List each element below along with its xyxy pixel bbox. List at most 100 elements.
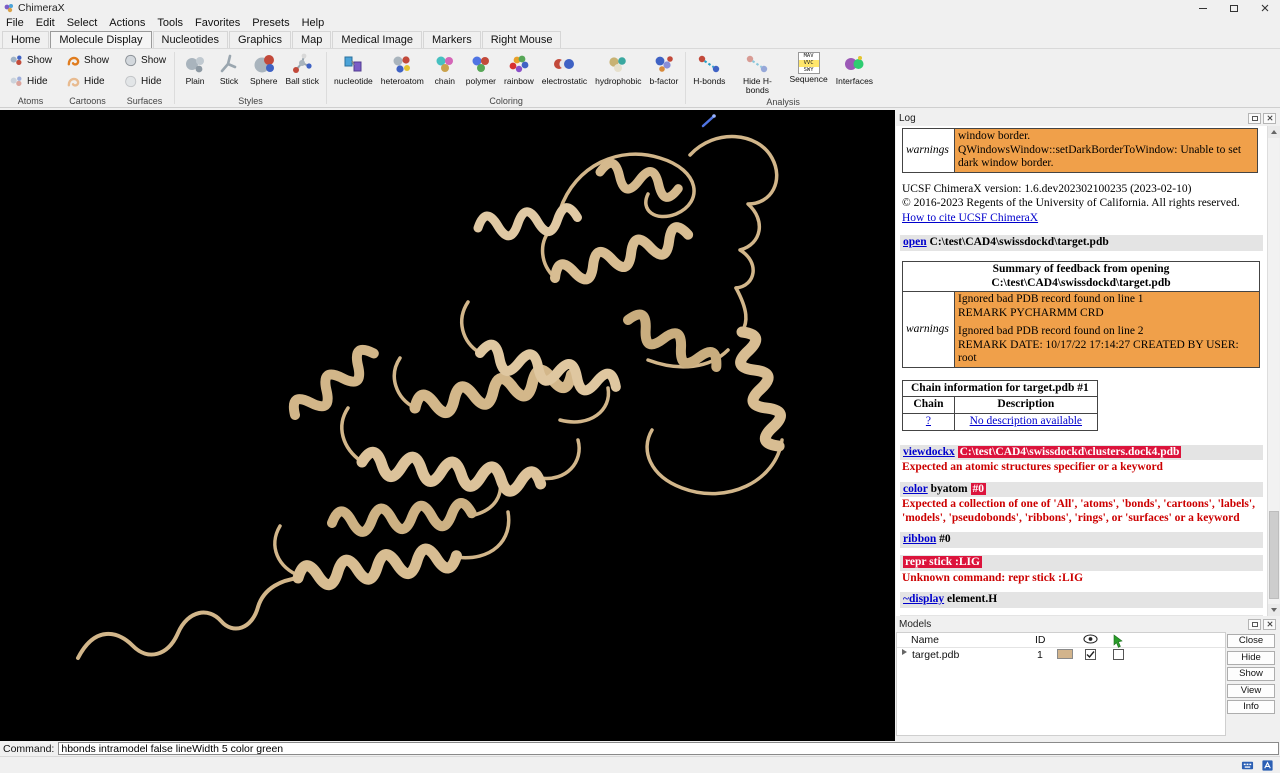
repr-error: Unknown command: repr stick :LIG bbox=[902, 572, 1263, 586]
protein-ribbon-structure bbox=[0, 110, 895, 741]
model-name: target.pdb bbox=[912, 649, 959, 661]
color-heteroatom-button[interactable]: heteroatom bbox=[377, 50, 428, 87]
interfaces-icon bbox=[842, 52, 866, 76]
menu-help[interactable]: Help bbox=[296, 16, 331, 31]
scrollbar-thumb[interactable] bbox=[1269, 511, 1279, 599]
tab-nucleotides[interactable]: Nucleotides bbox=[153, 31, 228, 48]
feedback-summary-table: Summary of feedback from opening C:\test… bbox=[902, 261, 1260, 368]
surfaces-show-button[interactable]: Show bbox=[118, 50, 171, 71]
atoms-show-button[interactable]: Show bbox=[4, 50, 57, 71]
model-row-target-pdb[interactable]: target.pdb 1 bbox=[897, 648, 1225, 664]
model-selected-checkbox[interactable] bbox=[1113, 649, 1124, 660]
minimize-button[interactable] bbox=[1187, 0, 1218, 16]
atoms-hide-button[interactable]: Hide bbox=[4, 71, 57, 92]
graphics-viewport[interactable] bbox=[0, 110, 895, 741]
color-electrostatic-button[interactable]: electrostatic bbox=[538, 50, 591, 87]
atoms-show-icon bbox=[9, 53, 24, 68]
float-icon bbox=[1252, 116, 1258, 121]
warning-table-top: warnings window border. QWindowsWindow::… bbox=[902, 128, 1258, 173]
sequence-button[interactable]: MAV VVC SWY Sequence bbox=[785, 50, 831, 85]
color-chain-button[interactable]: chain bbox=[428, 50, 462, 87]
rainbow-icon bbox=[507, 52, 531, 76]
color-bfactor-button[interactable]: b-factor bbox=[645, 50, 682, 87]
cite-link[interactable]: How to cite UCSF ChimeraX bbox=[902, 212, 1038, 224]
models-float-button[interactable] bbox=[1248, 619, 1261, 630]
menu-select[interactable]: Select bbox=[61, 16, 104, 31]
log-close-button[interactable] bbox=[1263, 113, 1276, 124]
heteroatom-icon bbox=[390, 52, 414, 76]
scroll-up-button[interactable] bbox=[1268, 126, 1280, 138]
minimize-icon bbox=[1199, 8, 1207, 9]
tab-home[interactable]: Home bbox=[2, 31, 49, 48]
color-nucleotide-button[interactable]: nucleotide bbox=[330, 50, 377, 87]
hbonds-button[interactable]: H-bonds bbox=[689, 50, 729, 87]
surfaces-show-icon bbox=[123, 53, 138, 68]
expand-triangle-icon[interactable] bbox=[902, 649, 907, 655]
viewdockx-command-link[interactable]: viewdockx bbox=[903, 446, 955, 458]
h-bonds-icon bbox=[697, 52, 721, 76]
menu-file[interactable]: File bbox=[0, 16, 30, 31]
models-show-button[interactable]: Show bbox=[1227, 667, 1275, 681]
nucleotide-icon bbox=[341, 52, 365, 76]
models-view-button[interactable]: View bbox=[1227, 684, 1275, 698]
close-button[interactable] bbox=[1249, 0, 1280, 16]
color-rainbow-button[interactable]: rainbow bbox=[500, 50, 538, 87]
tab-medical-image[interactable]: Medical Image bbox=[332, 31, 422, 48]
cartoons-hide-button[interactable]: Hide bbox=[61, 71, 114, 92]
color-command-link[interactable]: color bbox=[903, 483, 928, 495]
models-info-button[interactable]: Info bbox=[1227, 700, 1275, 714]
menu-favorites[interactable]: Favorites bbox=[189, 16, 246, 31]
ribbon-tab-strip: Home Molecule Display Nucleotides Graphi… bbox=[2, 31, 1280, 48]
models-close-model-button[interactable]: Close bbox=[1227, 634, 1275, 648]
models-close-button[interactable] bbox=[1263, 619, 1276, 630]
tab-right-mouse[interactable]: Right Mouse bbox=[482, 31, 562, 48]
menu-bar: File Edit Select Actions Tools Favorites… bbox=[0, 16, 1280, 31]
atoms-hide-icon bbox=[9, 74, 24, 89]
menu-edit[interactable]: Edit bbox=[30, 16, 61, 31]
side-panel: Log warnings window border. QWindowsWind… bbox=[895, 110, 1280, 741]
chain-description-link[interactable]: No description available bbox=[970, 415, 1082, 427]
title-bar: ChimeraX bbox=[0, 0, 1280, 16]
hide-hbonds-button[interactable]: Hide H-bonds bbox=[729, 50, 785, 96]
maximize-button[interactable] bbox=[1218, 0, 1249, 16]
style-ballstick-button[interactable]: Ball stick bbox=[281, 50, 323, 87]
command-input[interactable] bbox=[58, 742, 1279, 755]
chain-id-link[interactable]: ? bbox=[926, 415, 931, 427]
surfaces-group-label: Surfaces bbox=[118, 95, 171, 107]
cartoons-show-button[interactable]: Show bbox=[61, 50, 114, 71]
arrow-up-icon bbox=[1271, 130, 1277, 134]
toolbar-group-surfaces: Show Hide Surfaces bbox=[116, 49, 173, 107]
style-stick-button[interactable]: Stick bbox=[212, 50, 246, 87]
model-color-swatch[interactable] bbox=[1057, 649, 1073, 659]
open-command-link[interactable]: open bbox=[903, 236, 927, 248]
models-hide-button[interactable]: Hide bbox=[1227, 651, 1275, 665]
log-float-button[interactable] bbox=[1248, 113, 1261, 124]
hide-h-bonds-icon bbox=[745, 52, 769, 76]
menu-tools[interactable]: Tools bbox=[151, 16, 189, 31]
b-factor-icon bbox=[652, 52, 676, 76]
tab-graphics[interactable]: Graphics bbox=[229, 31, 291, 48]
color-polymer-button[interactable]: polymer bbox=[462, 50, 500, 87]
color-hydrophobic-button[interactable]: hydrophobic bbox=[591, 50, 645, 87]
input-method-status-icon[interactable] bbox=[1261, 759, 1274, 772]
keyboard-status-icon[interactable] bbox=[1241, 759, 1254, 772]
ribbon-command-link[interactable]: ribbon bbox=[903, 533, 936, 545]
style-plain-button[interactable]: Plain bbox=[178, 50, 212, 87]
style-sphere-button[interactable]: Sphere bbox=[246, 50, 281, 87]
surfaces-hide-button[interactable]: Hide bbox=[118, 71, 171, 92]
surfaces-hide-icon bbox=[123, 74, 138, 89]
scroll-down-button[interactable] bbox=[1268, 604, 1280, 616]
log-scrollbar[interactable] bbox=[1267, 126, 1279, 616]
float-icon bbox=[1252, 622, 1258, 627]
tab-molecule-display[interactable]: Molecule Display bbox=[50, 31, 151, 48]
model-shown-checkbox[interactable] bbox=[1085, 649, 1096, 660]
menu-actions[interactable]: Actions bbox=[103, 16, 151, 31]
interfaces-button[interactable]: Interfaces bbox=[832, 50, 877, 87]
display-command-link[interactable]: ~display bbox=[903, 593, 944, 605]
models-list: Name ID target.pdb 1 bbox=[896, 632, 1226, 736]
tab-map[interactable]: Map bbox=[292, 31, 331, 48]
menu-presets[interactable]: Presets bbox=[246, 16, 295, 31]
tab-markers[interactable]: Markers bbox=[423, 31, 481, 48]
toolbar-group-atoms: Show Hide Atoms bbox=[2, 49, 59, 107]
window-title: ChimeraX bbox=[18, 2, 65, 14]
